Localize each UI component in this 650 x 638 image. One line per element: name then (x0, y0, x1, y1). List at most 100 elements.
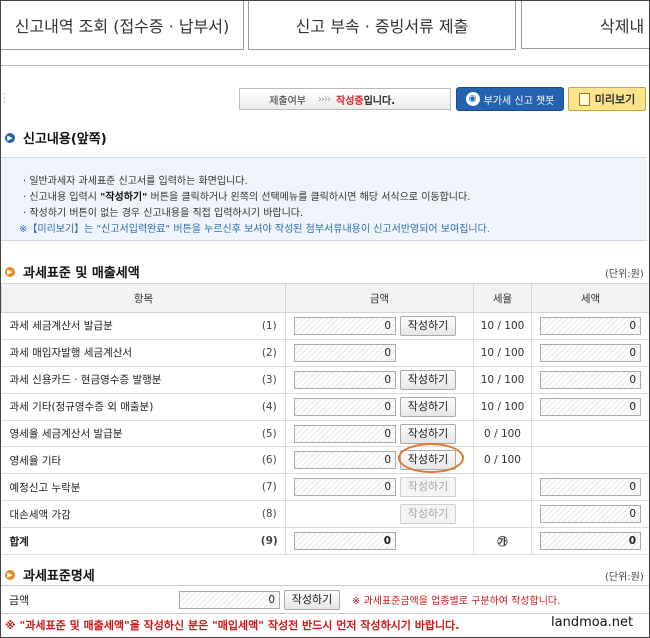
rate-cell: 10 / 100 (473, 312, 533, 340)
row-label: 과세 기타(정규영수증 외 매출분) (1, 393, 254, 421)
top-tab-bar: 신고내역 조회 (접수증 · 납부서) 신고 부속 · 증빙서류 제출 삭제내 (1, 1, 649, 51)
page-frame: 신고내역 조회 (접수증 · 납부서) 신고 부속 · 증빙서류 제출 삭제내 … (0, 0, 650, 638)
amount-cell: 0 작성하기 (285, 393, 474, 421)
section-header-report: ▶ 신고내용(앞쪽) (5, 128, 107, 147)
rate-cell: 0 / 100 (473, 420, 533, 448)
amount-cell: 0 작성하기 (285, 366, 474, 394)
chatbot-icon: ◉ (465, 92, 480, 106)
rate-cell (473, 500, 533, 529)
rate-cell (473, 473, 533, 502)
tax-input[interactable]: 0 (540, 532, 642, 551)
amount-cell: 0 작성하기 (285, 473, 474, 502)
detail-row: 금액 0 작성하기 ※ 과세표준금액을 업종별로 구분하여 작성합니다. (1, 585, 649, 614)
tax-input[interactable]: 0 (540, 316, 642, 335)
chatbot-label: 부가세 신고 챗봇 (483, 95, 555, 107)
tax-input[interactable]: 0 (540, 478, 642, 497)
tax-input[interactable]: 0 (540, 397, 642, 416)
detail-write-button[interactable]: 작성하기 (284, 589, 340, 610)
tab-report-history[interactable]: 신고내역 조회 (접수증 · 납부서) (1, 1, 244, 50)
tax-input[interactable]: 0 (540, 505, 642, 524)
highlight-circle (398, 443, 464, 473)
info-box: · 일반과세자 과세표준 신고서를 입력하는 화면입니다. · 신고내용 입력시… (1, 157, 647, 241)
tax-input[interactable]: 0 (540, 343, 642, 362)
footer-note: ※ "과세표준 및 매출세액"을 작성하신 분은 "매입세액" 작성전 반드시 … (5, 619, 460, 632)
write-button-disabled[interactable]: 작성하기 (400, 477, 457, 498)
table-row: 합계 (9) 0 ㉮ 0 (1, 527, 649, 556)
preview-button[interactable]: 미리보기 (568, 87, 646, 111)
tax-cell: 0 (531, 473, 649, 502)
document-icon (578, 92, 590, 106)
table-row: 대손세액 가감 (8) 작성하기 0 (1, 500, 649, 529)
watermark: landmoa.net (551, 615, 634, 630)
row-label: 과세 세금계산서 발급분 (1, 312, 254, 340)
table-row: 영세율 기타 (6) 0 작성하기 0 / 100 (1, 446, 649, 475)
rate-cell: 10 / 100 (473, 393, 533, 421)
info-line: · 일반과세자 과세표준 신고서를 입력하는 화면입니다. (23, 176, 248, 187)
row-number: (8) (253, 500, 287, 529)
tax-input[interactable]: 0 (540, 370, 642, 389)
col-header-item: 항목 (1, 283, 287, 313)
tax-cell: 0 (531, 339, 649, 367)
amount-cell: 작성하기 (285, 500, 474, 529)
amount-input[interactable]: 0 (294, 397, 397, 416)
unit-label: (단위:원) (605, 269, 644, 280)
table-row: 과세 신용카드 · 현금영수증 발행분 (3) 0 작성하기 10 / 100 0 (1, 366, 649, 394)
row-label: 영세율 세금계산서 발급분 (1, 420, 254, 448)
section-title: 신고내용(앞쪽) (23, 132, 107, 147)
divider (1, 65, 649, 66)
amount-cell: 0 (285, 527, 474, 556)
row-number: (1) (253, 312, 287, 340)
arrows-icon: ›››› (318, 93, 331, 105)
info-line: · 신고내용 입력시 "작성하기" 버튼을 클릭하거나 왼쪽의 선택메뉴를 클릭… (23, 192, 471, 203)
rate-cell: ㉮ (473, 527, 533, 556)
write-button[interactable]: 작성하기 (400, 369, 457, 390)
submission-status: 제출여부 ›››› 작성중 입니다. (239, 88, 451, 110)
table-row: 과세 매입자발행 세금계산서 (2) 0 10 / 100 0 (1, 339, 649, 367)
rate-cell: 0 / 100 (473, 446, 533, 475)
col-header-amount: 금액 (285, 283, 475, 313)
amount-cell: 0 작성하기 (285, 420, 474, 448)
row-number: (9) (253, 527, 287, 556)
detail-note: ※ 과세표준금액을 업종별로 구분하여 작성합니다. (352, 596, 561, 607)
table-row: 예정신고 누락분 (7) 0 작성하기 0 (1, 473, 649, 502)
tab-delete[interactable]: 삭제내 (521, 1, 649, 49)
write-button-disabled[interactable]: 작성하기 (400, 504, 457, 525)
row-label: 예정신고 누락분 (1, 473, 254, 502)
section-title: 과세표준명세 (23, 569, 95, 584)
amount-input[interactable]: 0 (294, 316, 397, 335)
row-label: 대손세액 가감 (1, 500, 254, 529)
write-button[interactable]: 작성하기 (400, 315, 457, 336)
tab-label: 신고 부속 · 증빙서류 제출 (295, 17, 469, 36)
unit-label: (단위:원) (605, 572, 644, 583)
write-button[interactable]: 작성하기 (400, 423, 457, 444)
amount-input[interactable]: 0 (294, 478, 397, 497)
status-value: 작성중 (336, 95, 364, 107)
amount-input[interactable]: 0 (294, 424, 397, 443)
amount-input[interactable]: 0 (294, 343, 397, 362)
tax-cell: 0 (531, 393, 649, 421)
chatbot-button[interactable]: ◉ 부가세 신고 챗봇 (456, 87, 564, 111)
amount-input[interactable]: 0 (294, 532, 397, 551)
tab-attachments[interactable]: 신고 부속 · 증빙서류 제출 (248, 1, 516, 50)
row-label: 과세 매입자발행 세금계산서 (1, 339, 254, 367)
info-line-preview: ※【미리보기】는 "신고서입력완료" 버튼을 누르신후 보셔야 작성된 첨부서류… (19, 224, 490, 235)
amount-input[interactable]: 0 (294, 370, 397, 389)
section-header-tax-detail: ▶ 과세표준명세 (5, 565, 95, 584)
status-suffix: 입니다. (363, 95, 396, 107)
tax-cell: 0 (531, 527, 649, 556)
bullet-icon: ▶ (5, 132, 15, 143)
row-label: 영세율 기타 (1, 446, 254, 475)
amount-cell: 0 (285, 339, 474, 367)
write-button[interactable]: 작성하기 (400, 396, 457, 417)
row-label: 과세 신용카드 · 현금영수증 발행분 (1, 366, 254, 394)
detail-amount-input[interactable]: 0 (179, 590, 280, 609)
detail-label: 금액 (9, 593, 30, 607)
row-number: (3) (253, 366, 287, 394)
row-number: (2) (253, 339, 287, 367)
info-line: · 작성하기 버튼이 없는 경우 신고내용을 직접 입력하시기 바랍니다. (23, 208, 304, 219)
row-number: (4) (253, 393, 287, 421)
row-label: 합계 (1, 527, 254, 556)
amount-input[interactable]: 0 (294, 451, 397, 470)
tax-cell: 0 (531, 312, 649, 340)
amount-cell: 0 작성하기 (285, 312, 474, 340)
